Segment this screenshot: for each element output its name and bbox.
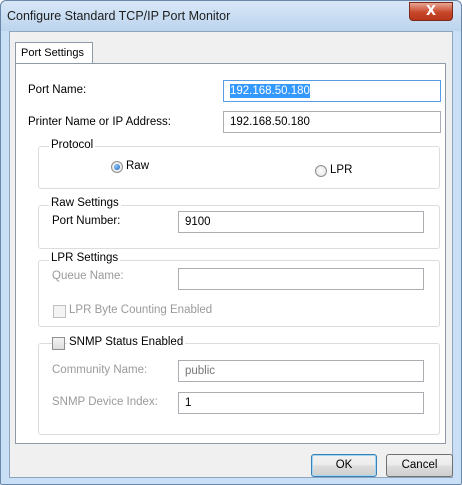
port-name-value: 192.168.50.180 <box>230 84 310 98</box>
queue-name-label: Queue Name: <box>52 270 124 282</box>
lpr-byte-counting-label: LPR Byte Counting Enabled <box>69 304 213 316</box>
snmp-device-index-input[interactable]: 1 <box>178 392 424 414</box>
close-icon: X <box>425 4 437 19</box>
protocol-raw-radio[interactable] <box>111 161 123 173</box>
protocol-group <box>38 146 440 189</box>
protocol-raw-label[interactable]: Raw <box>126 160 149 172</box>
cancel-button[interactable]: Cancel <box>386 454 453 477</box>
protocol-group-label: Protocol <box>49 139 96 151</box>
protocol-lpr-radio[interactable] <box>315 165 327 177</box>
port-number-label: Port Number: <box>52 215 121 227</box>
ok-button[interactable]: OK <box>311 454 377 477</box>
port-name-input[interactable]: 192.168.50.180 <box>223 80 441 102</box>
window-title: Configure Standard TCP/IP Port Monitor <box>7 9 231 23</box>
port-number-input[interactable]: 9100 <box>178 211 424 233</box>
port-settings-panel: Port Name: 192.168.50.180 Printer Name o… <box>15 63 446 444</box>
snmp-device-index-label: SNMP Device Index: <box>52 396 158 408</box>
title-bar[interactable]: Configure Standard TCP/IP Port Monitor X <box>1 1 461 31</box>
printer-address-input[interactable]: 192.168.50.180 <box>223 111 441 133</box>
community-name-label: Community Name: <box>52 364 148 376</box>
snmp-enabled-label[interactable]: SNMP Status Enabled <box>67 336 186 348</box>
snmp-enabled-checkbox[interactable] <box>52 337 65 350</box>
lpr-byte-counting-checkbox[interactable] <box>53 305 66 318</box>
close-button[interactable]: X <box>409 2 453 21</box>
raw-settings-group-label: Raw Settings <box>49 197 121 209</box>
port-name-label: Port Name: <box>28 84 87 96</box>
printer-address-label: Printer Name or IP Address: <box>28 116 171 128</box>
lpr-settings-group-label: LPR Settings <box>49 252 121 264</box>
queue-name-input[interactable] <box>178 268 424 290</box>
protocol-lpr-label[interactable]: LPR <box>330 164 352 176</box>
community-name-input[interactable]: public <box>178 360 424 382</box>
snmp-group <box>38 343 440 435</box>
tab-port-settings[interactable]: Port Settings <box>15 42 93 64</box>
